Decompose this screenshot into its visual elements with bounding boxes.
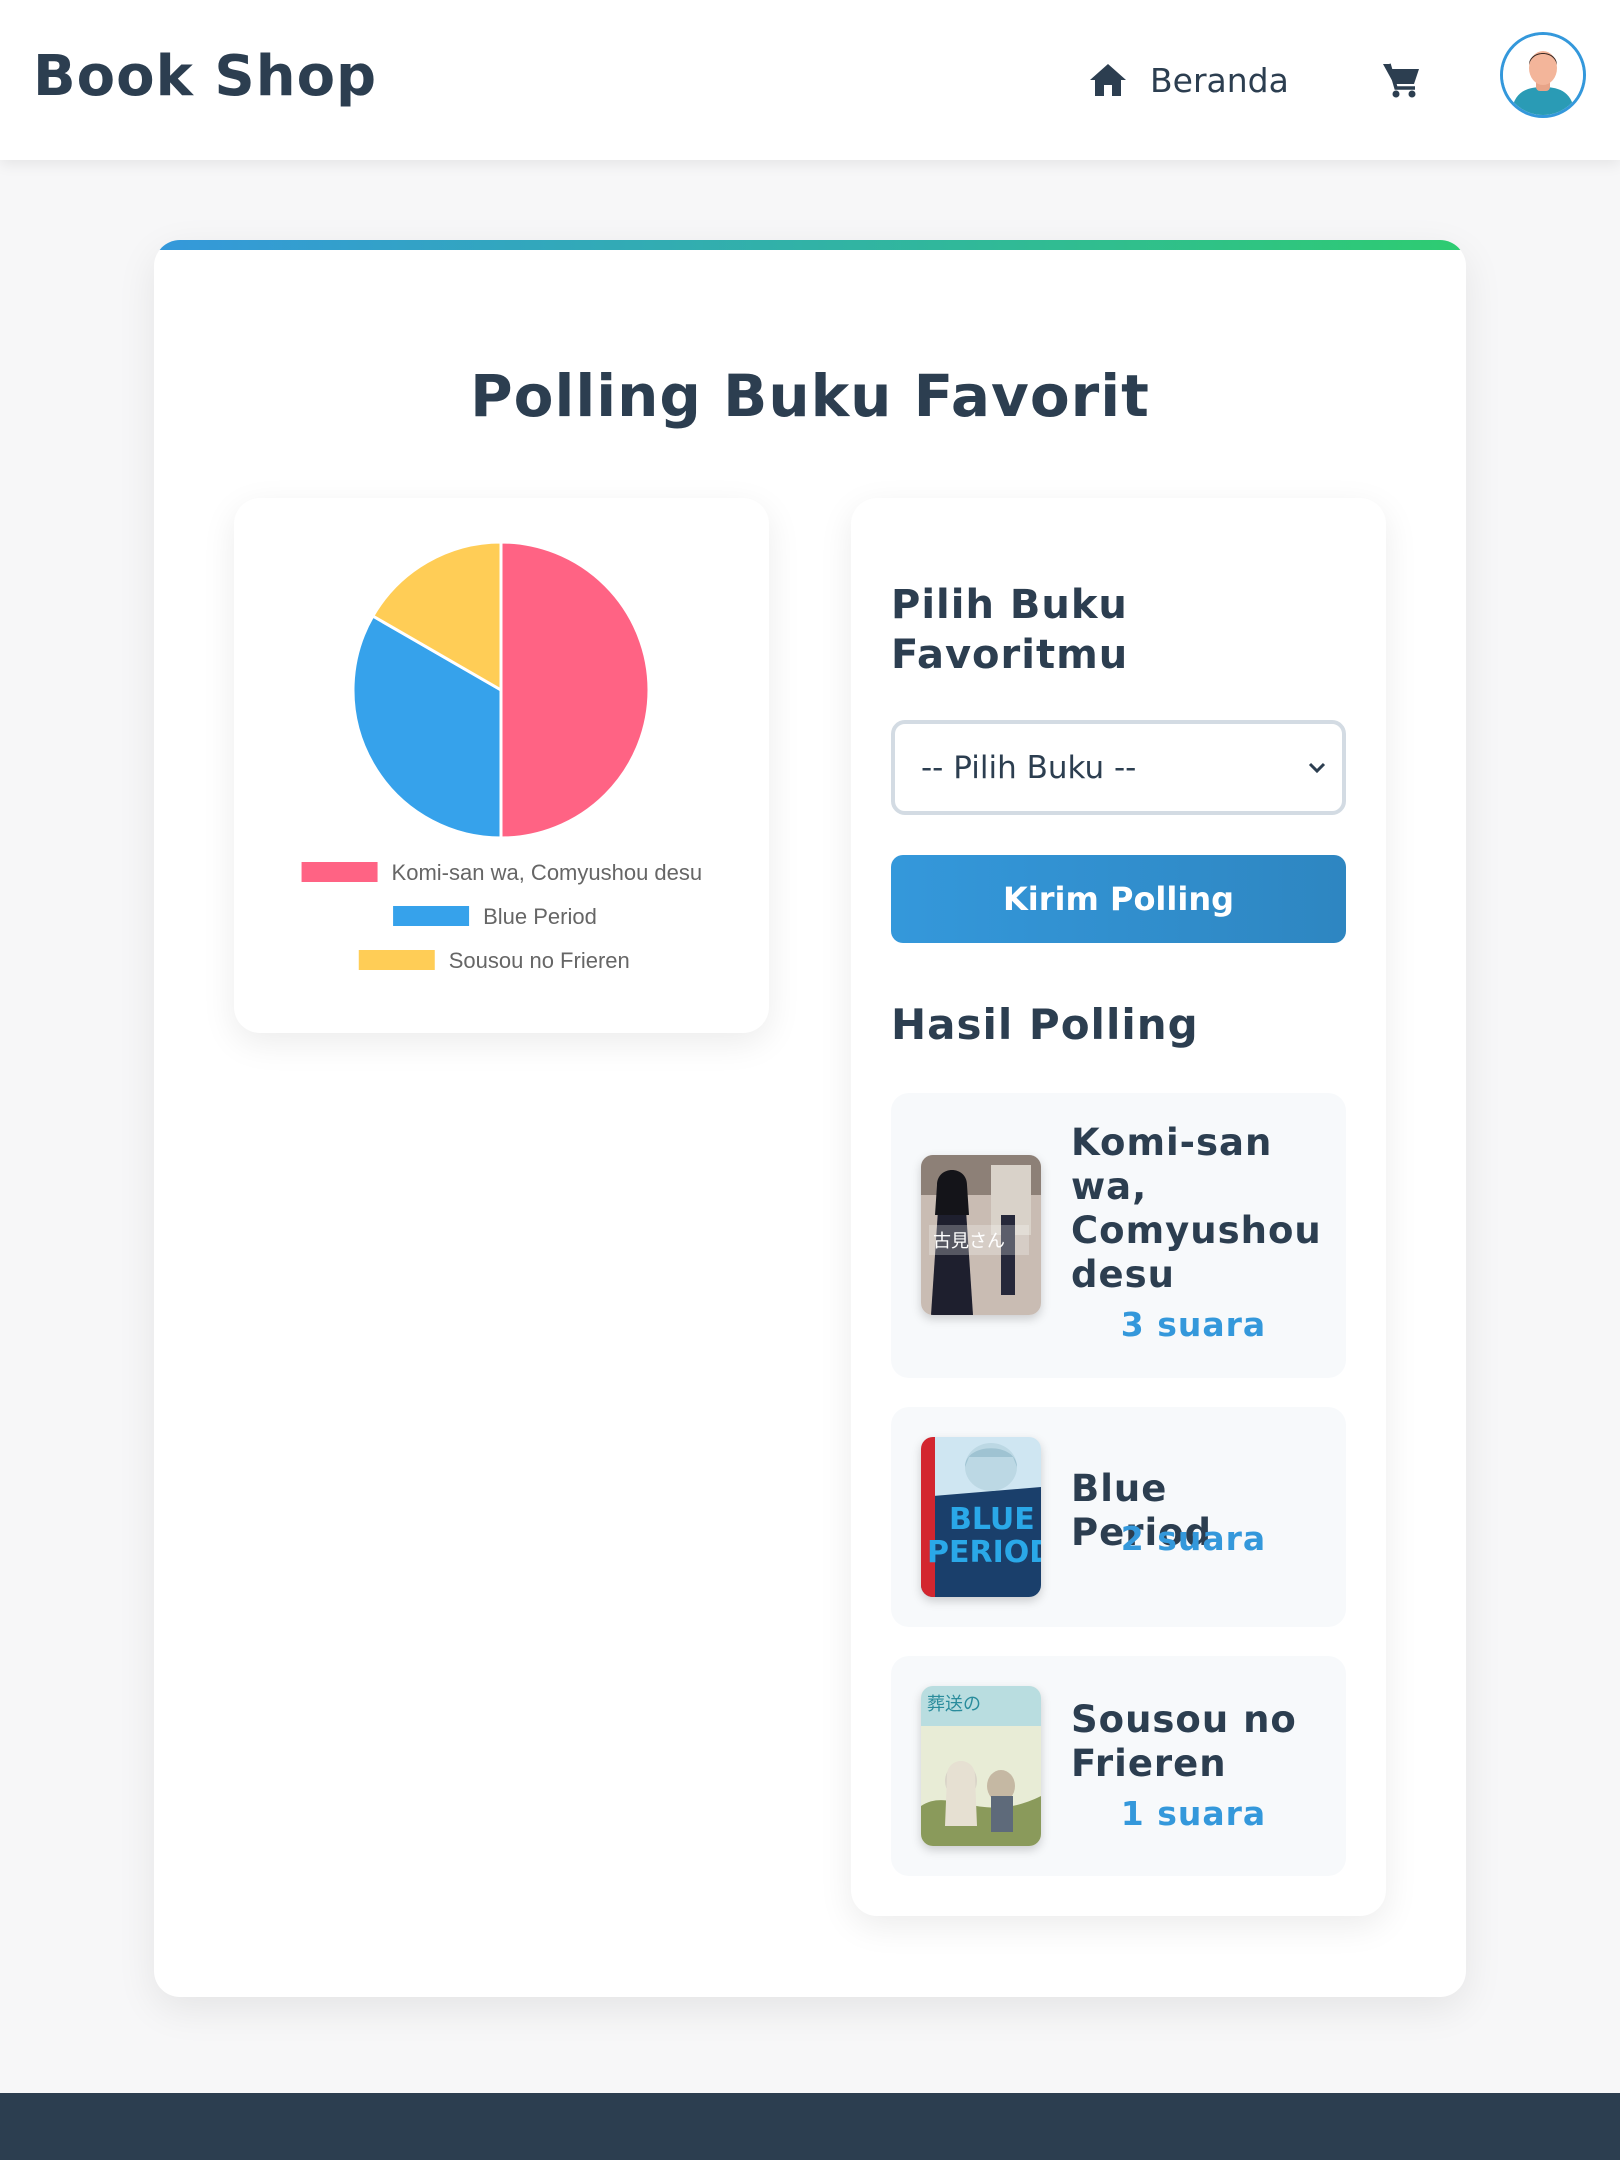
result-votes: 1 suara	[1120, 1794, 1267, 1833]
home-icon	[1090, 64, 1126, 96]
user-avatar[interactable]	[1500, 32, 1586, 118]
book-cover-blue-period: BLUE PERIOD	[921, 1437, 1041, 1597]
legend-label[interactable]: Sousou no Frieren	[449, 948, 630, 973]
result-title: Komi-san wa, Comyushou desu	[1071, 1121, 1322, 1296]
pie-chart: Komi-san wa, Comyushou desu Blue Period So…	[301, 540, 703, 973]
svg-text:BLUE: BLUE	[949, 1502, 1035, 1537]
chart-card: Komi-san wa, Comyushou desu Blue Period So…	[234, 498, 769, 1033]
nav-home-label: Beranda	[1150, 60, 1289, 100]
legend-label[interactable]: Komi-san wa, Comyushou desu	[392, 860, 703, 885]
legend-swatch[interactable]	[358, 950, 435, 970]
result-item: 古見さん Komi-san wa, Comyushou desu 3 suara	[891, 1093, 1346, 1378]
book-select-value: -- Pilih Buku --	[921, 750, 1137, 786]
avatar-icon	[1503, 35, 1583, 115]
legend-swatch[interactable]	[301, 862, 378, 882]
page-title: Polling Buku Favorit	[470, 362, 1150, 430]
card-accent-bar	[154, 240, 1466, 250]
svg-text:葬送の: 葬送の	[927, 1694, 981, 1715]
submit-poll-button[interactable]: Kirim Polling	[891, 855, 1346, 943]
vote-card: Pilih Buku Favoritmu -- Pilih Buku -- Ki…	[851, 498, 1386, 1916]
navbar: Book Shop Beranda	[0, 0, 1620, 160]
vote-heading: Pilih Buku Favoritmu	[891, 582, 1129, 678]
nav-home-link[interactable]: Beranda	[1088, 56, 1289, 104]
chevron-down-icon	[1308, 762, 1326, 774]
result-item: 葬送の Sousou no Frieren 1 suara	[891, 1656, 1346, 1876]
result-votes: 3 suara	[1120, 1305, 1267, 1344]
cart-icon[interactable]	[1381, 58, 1423, 100]
legend-label[interactable]: Blue Period	[483, 904, 597, 929]
result-item: BLUE PERIOD Blue Period 2 suara	[891, 1407, 1346, 1627]
book-cover-komi: 古見さん	[921, 1155, 1041, 1315]
svg-text:PERIOD: PERIOD	[927, 1535, 1041, 1570]
brand-logo[interactable]: Book Shop	[33, 44, 377, 109]
book-select[interactable]: -- Pilih Buku --	[891, 720, 1346, 815]
book-cover-frieren: 葬送の	[921, 1686, 1041, 1846]
footer	[0, 2093, 1620, 2160]
pie-slice[interactable]	[499, 540, 651, 840]
results-heading: Hasil Polling	[891, 1000, 1199, 1049]
svg-text:古見さん: 古見さん	[933, 1231, 1005, 1252]
legend-swatch[interactable]	[393, 906, 470, 926]
result-title: Sousou no Frieren	[1071, 1698, 1297, 1785]
result-votes: 2 suara	[1120, 1519, 1267, 1558]
